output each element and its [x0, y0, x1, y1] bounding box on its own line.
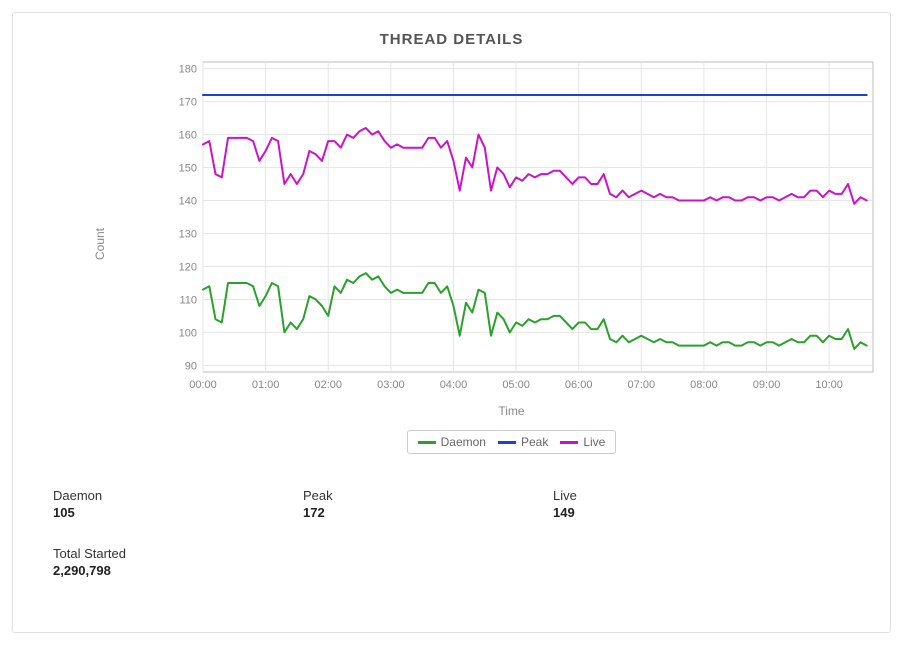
stats-grid: Daemon 105 Peak 172 Live 149 Total Start…: [53, 488, 870, 578]
stat-daemon-value: 105: [53, 505, 303, 520]
stat-total-label: Total Started: [53, 546, 303, 561]
x-axis-label: Time: [163, 404, 860, 418]
stat-live: Live 149: [553, 488, 803, 520]
svg-text:05:00: 05:00: [502, 379, 530, 391]
stat-daemon: Daemon 105: [53, 488, 303, 520]
svg-text:08:00: 08:00: [690, 379, 718, 391]
svg-text:01:00: 01:00: [252, 379, 280, 391]
stat-live-value: 149: [553, 505, 803, 520]
y-axis-label: Count: [93, 228, 107, 260]
svg-text:07:00: 07:00: [628, 379, 656, 391]
stat-peak-label: Peak: [303, 488, 553, 503]
legend-label-live: Live: [583, 435, 605, 449]
stat-live-label: Live: [553, 488, 803, 503]
thread-details-panel: THREAD DETAILS Count 90 100 110 120 130 140 15…: [12, 12, 891, 633]
svg-text:04:00: 04:00: [440, 379, 468, 391]
legend-item-peak: Peak: [498, 435, 548, 449]
legend-item-live: Live: [560, 435, 605, 449]
stat-total-started: Total Started 2,290,798: [53, 546, 303, 578]
legend-item-daemon: Daemon: [418, 435, 486, 449]
legend-swatch-peak: [498, 441, 516, 444]
svg-text:170: 170: [179, 97, 197, 109]
stat-peak: Peak 172: [303, 488, 553, 520]
svg-text:150: 150: [179, 163, 197, 175]
svg-text:03:00: 03:00: [377, 379, 405, 391]
svg-text:06:00: 06:00: [565, 379, 593, 391]
legend: Daemon Peak Live: [407, 430, 617, 454]
line-chart: 90 100 110 120 130 140 150 160 170 180 00:00 01:00 0…: [163, 52, 883, 402]
svg-text:90: 90: [185, 360, 197, 372]
svg-text:09:00: 09:00: [753, 379, 781, 391]
svg-text:00:00: 00:00: [189, 379, 217, 391]
stat-total-value: 2,290,798: [53, 563, 303, 578]
svg-text:10:00: 10:00: [815, 379, 843, 391]
svg-text:100: 100: [179, 327, 197, 339]
chart-title: THREAD DETAILS: [33, 31, 870, 48]
legend-label-daemon: Daemon: [441, 435, 486, 449]
svg-text:02:00: 02:00: [314, 379, 342, 391]
stat-daemon-label: Daemon: [53, 488, 303, 503]
legend-swatch-daemon: [418, 441, 436, 444]
svg-text:130: 130: [179, 228, 197, 240]
svg-text:110: 110: [179, 294, 197, 306]
stat-peak-value: 172: [303, 505, 553, 520]
svg-text:140: 140: [179, 196, 197, 208]
svg-text:120: 120: [179, 261, 197, 273]
legend-label-peak: Peak: [521, 435, 548, 449]
svg-text:180: 180: [179, 64, 197, 76]
chart-area: Count 9010011012013014015016017018000:00…: [163, 52, 860, 454]
legend-swatch-live: [560, 441, 578, 444]
svg-text:160: 160: [179, 130, 197, 142]
